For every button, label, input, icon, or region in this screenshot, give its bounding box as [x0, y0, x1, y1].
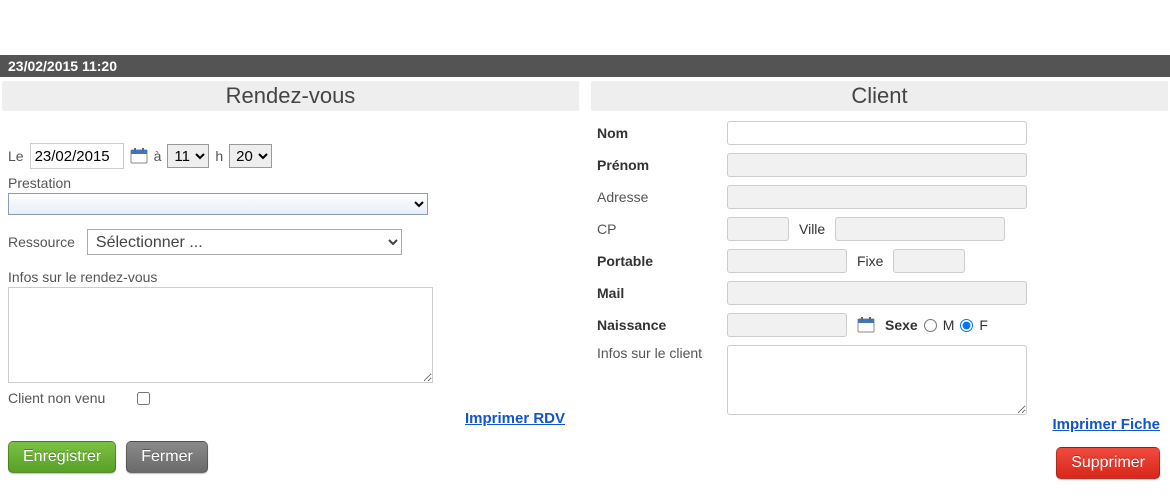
client-notes-label: Infos sur le client	[597, 345, 727, 361]
nom-label: Nom	[597, 125, 727, 141]
client-body: Nom Prénom Adresse CP Ville Portable Fix…	[591, 111, 1168, 422]
fixe-input[interactable]	[893, 249, 965, 273]
rdv-button-row: Enregistrer Fermer	[2, 441, 579, 481]
close-button[interactable]: Fermer	[126, 441, 208, 473]
sexe-label: Sexe	[885, 317, 918, 333]
naissance-sexe-group: Sexe M F	[727, 313, 1162, 337]
calendar-icon[interactable]	[857, 316, 875, 334]
mail-input[interactable]	[727, 281, 1027, 305]
client-title: Client	[591, 81, 1168, 111]
prestation-label: Prestation	[8, 175, 573, 191]
print-client-link[interactable]: Imprimer Fiche	[1052, 416, 1160, 433]
rdv-title: Rendez-vous	[2, 81, 579, 111]
h-label: h	[215, 148, 223, 164]
calendar-icon[interactable]	[130, 147, 148, 165]
ville-input[interactable]	[835, 217, 1005, 241]
prestation-select[interactable]	[8, 193, 428, 215]
cp-ville-group: Ville	[727, 217, 1162, 241]
ressource-select[interactable]: Sélectionner ...	[87, 229, 402, 255]
rdv-notes-label: Infos sur le rendez-vous	[8, 269, 573, 285]
ville-label: Ville	[799, 221, 825, 237]
cp-label: CP	[597, 221, 727, 237]
rdv-notes-block: Infos sur le rendez-vous	[8, 269, 573, 386]
client-grid: Nom Prénom Adresse CP Ville Portable Fix…	[597, 121, 1162, 418]
naissance-label: Naissance	[597, 317, 727, 333]
ressource-label: Ressource	[8, 234, 75, 250]
client-footer: Imprimer Fiche Supprimer	[591, 416, 1168, 479]
noshow-row: Client non venu	[8, 390, 573, 406]
le-label: Le	[8, 148, 24, 164]
rdv-body: Le à 11 h 20 Prestation Ressource Sélect…	[2, 111, 579, 441]
portable-fixe-group: Fixe	[727, 249, 1162, 273]
hour-select[interactable]: 11	[167, 144, 209, 168]
client-panel: Client Nom Prénom Adresse CP Ville Porta…	[591, 81, 1168, 481]
sexe-m-radio[interactable]	[924, 319, 937, 332]
portable-label: Portable	[597, 253, 727, 269]
noshow-label: Client non venu	[8, 390, 105, 406]
sexe-f-radio[interactable]	[960, 319, 973, 332]
client-notes-textarea[interactable]	[727, 345, 1027, 415]
prenom-label: Prénom	[597, 157, 727, 173]
rdv-datetime-row: Le à 11 h 20	[8, 143, 573, 169]
adresse-input[interactable]	[727, 185, 1027, 209]
rdv-date-input[interactable]	[30, 143, 124, 169]
print-rdv-link[interactable]: Imprimer RDV	[465, 410, 565, 427]
delete-button[interactable]: Supprimer	[1056, 447, 1160, 479]
topbar-datetime: 23/02/2015 11:20	[8, 58, 117, 74]
rdv-print-row: Imprimer RDV	[8, 410, 573, 427]
prenom-input[interactable]	[727, 153, 1027, 177]
minute-select[interactable]: 20	[229, 144, 272, 168]
adresse-label: Adresse	[597, 189, 727, 205]
cp-input[interactable]	[727, 217, 789, 241]
prestation-block: Prestation	[8, 175, 573, 215]
mail-label: Mail	[597, 285, 727, 301]
naissance-input[interactable]	[727, 313, 847, 337]
rdv-panel: Rendez-vous Le à 11 h 20 Prestation Ress…	[2, 81, 579, 481]
sexe-f-label: F	[979, 317, 988, 333]
topbar: 23/02/2015 11:20	[0, 55, 1170, 77]
rdv-notes-textarea[interactable]	[8, 287, 433, 383]
a-label: à	[154, 148, 162, 164]
fixe-label: Fixe	[857, 253, 883, 269]
sexe-group: Sexe M F	[885, 317, 988, 333]
nom-input[interactable]	[727, 121, 1027, 145]
sexe-m-label: M	[943, 317, 955, 333]
ressource-row: Ressource Sélectionner ...	[8, 229, 573, 255]
main: Rendez-vous Le à 11 h 20 Prestation Ress…	[0, 77, 1170, 481]
noshow-checkbox[interactable]	[137, 392, 150, 405]
portable-input[interactable]	[727, 249, 847, 273]
save-button[interactable]: Enregistrer	[8, 441, 116, 473]
